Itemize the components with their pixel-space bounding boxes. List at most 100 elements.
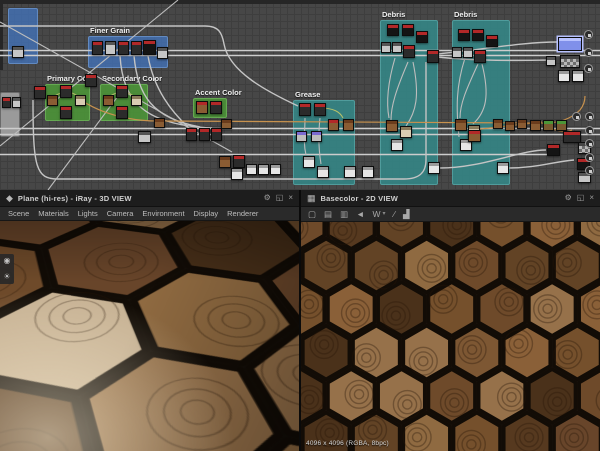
output-badge[interactable] bbox=[584, 30, 593, 39]
graph-node[interactable] bbox=[296, 131, 307, 142]
graph-node[interactable] bbox=[154, 118, 165, 128]
graph-node[interactable] bbox=[12, 97, 21, 108]
graph-node[interactable] bbox=[572, 70, 584, 82]
graph-node[interactable] bbox=[199, 128, 210, 141]
graph-node[interactable] bbox=[530, 120, 541, 131]
graph-node[interactable] bbox=[299, 103, 311, 116]
menu-materials[interactable]: Materials bbox=[38, 209, 68, 218]
graph-node[interactable] bbox=[362, 166, 374, 178]
graph-node[interactable] bbox=[314, 103, 326, 116]
node-graph-panel[interactable]: Finer Grain Primary Color Secondary Colo… bbox=[0, 0, 600, 190]
output-badge[interactable] bbox=[584, 48, 593, 57]
graph-node[interactable] bbox=[558, 37, 582, 51]
graph-node[interactable] bbox=[103, 95, 114, 106]
wrench-icon[interactable]: ⚙ bbox=[565, 194, 572, 202]
graph-node[interactable] bbox=[428, 162, 440, 174]
graph-node[interactable] bbox=[517, 119, 527, 129]
graph-node[interactable] bbox=[186, 128, 197, 141]
graph-node[interactable] bbox=[458, 29, 470, 41]
new-document-icon[interactable]: ▢ bbox=[308, 210, 316, 219]
graph-node[interactable] bbox=[157, 47, 168, 59]
graph-node[interactable] bbox=[497, 162, 509, 174]
float-window-icon[interactable]: ◱ bbox=[276, 194, 284, 202]
graph-node[interactable] bbox=[231, 168, 243, 180]
graph-node[interactable] bbox=[472, 29, 484, 41]
graph-node[interactable] bbox=[546, 56, 556, 66]
menu-display[interactable]: Display bbox=[194, 209, 219, 218]
graph-node[interactable] bbox=[427, 50, 439, 63]
render-canvas-2d[interactable]: 4096 x 4096 (RGBA, 8bpc) bbox=[301, 222, 600, 451]
close-icon[interactable]: × bbox=[288, 194, 293, 202]
graph-node[interactable] bbox=[92, 41, 103, 55]
graph-node[interactable] bbox=[400, 126, 412, 138]
float-window-icon[interactable]: ◱ bbox=[577, 194, 585, 202]
slash-icon[interactable]: ∕ bbox=[394, 210, 395, 219]
graph-node[interactable] bbox=[116, 106, 128, 119]
graph-node[interactable] bbox=[131, 95, 142, 106]
graph-node[interactable] bbox=[34, 86, 46, 99]
graph-node[interactable] bbox=[211, 128, 222, 141]
graph-node[interactable] bbox=[2, 97, 11, 108]
graph-node[interactable] bbox=[131, 41, 142, 55]
graph-node[interactable] bbox=[505, 121, 515, 131]
graph-node[interactable] bbox=[138, 131, 151, 143]
graph-node[interactable] bbox=[455, 119, 467, 131]
wrench-icon[interactable]: ⚙ bbox=[264, 194, 271, 202]
save-icon[interactable]: ▤ bbox=[324, 210, 332, 219]
output-badge[interactable] bbox=[585, 112, 594, 121]
light-icon[interactable]: ☀ bbox=[3, 273, 10, 281]
back-icon[interactable]: ◄ bbox=[356, 210, 364, 219]
menu-camera[interactable]: Camera bbox=[107, 209, 134, 218]
render-canvas-3d[interactable]: ◉ ☀ bbox=[0, 221, 299, 451]
output-badge[interactable] bbox=[585, 139, 594, 148]
histogram-icon[interactable]: ▟ bbox=[403, 210, 410, 219]
graph-node[interactable] bbox=[143, 40, 156, 55]
graph-node[interactable] bbox=[381, 42, 391, 53]
graph-node[interactable] bbox=[392, 42, 402, 53]
graph-node[interactable] bbox=[60, 85, 72, 98]
graph-node[interactable] bbox=[343, 119, 354, 131]
graph-node[interactable] bbox=[474, 50, 486, 63]
graph-node[interactable] bbox=[344, 166, 356, 178]
output-badge[interactable] bbox=[585, 166, 594, 175]
camera-icon[interactable]: ◉ bbox=[4, 257, 11, 265]
graph-node[interactable] bbox=[60, 106, 72, 119]
graph-node[interactable] bbox=[486, 35, 498, 47]
graph-node[interactable] bbox=[403, 45, 415, 58]
close-icon[interactable]: × bbox=[589, 194, 594, 202]
graph-node[interactable] bbox=[311, 131, 322, 142]
menu-scene[interactable]: Scene bbox=[8, 209, 29, 218]
output-badge[interactable] bbox=[585, 153, 594, 162]
menu-renderer[interactable]: Renderer bbox=[227, 209, 258, 218]
graph-node[interactable] bbox=[219, 156, 231, 168]
graph-node[interactable] bbox=[233, 155, 245, 168]
graph-node[interactable] bbox=[558, 70, 570, 82]
graph-node[interactable] bbox=[196, 101, 208, 114]
graph-node[interactable] bbox=[258, 164, 269, 175]
graph-node[interactable] bbox=[118, 41, 129, 55]
graph-node[interactable] bbox=[47, 95, 58, 106]
graph-node[interactable] bbox=[317, 166, 329, 178]
graph-node[interactable] bbox=[210, 101, 222, 114]
menu-environment[interactable]: Environment bbox=[142, 209, 184, 218]
viewport-2d[interactable]: ▦ Basecolor - 2D VIEW ⚙ ◱ × ▢ ▤ ▥ ◄ W ▾ … bbox=[301, 190, 600, 451]
graph-node[interactable] bbox=[391, 139, 403, 151]
graph-node[interactable] bbox=[463, 47, 473, 58]
graph-node[interactable] bbox=[556, 120, 567, 131]
graph-node[interactable] bbox=[560, 55, 580, 68]
chevron-down-icon[interactable]: ▾ bbox=[383, 211, 386, 217]
graph-node[interactable] bbox=[493, 119, 503, 129]
graph-node[interactable] bbox=[543, 120, 554, 131]
graph-node[interactable] bbox=[270, 164, 281, 175]
viewport-3d[interactable]: ◆ Plane (hi-res) - iRay - 3D VIEW ⚙ ◱ × … bbox=[0, 190, 299, 451]
graph-node[interactable] bbox=[328, 119, 339, 131]
graph-node[interactable] bbox=[547, 144, 560, 156]
graph-node[interactable] bbox=[387, 24, 399, 36]
graph-node[interactable] bbox=[452, 47, 462, 58]
output-badge[interactable] bbox=[584, 64, 593, 73]
graph-node[interactable] bbox=[303, 156, 315, 168]
channel-w-button[interactable]: W bbox=[373, 210, 381, 219]
graph-node[interactable] bbox=[386, 120, 398, 132]
graph-node[interactable] bbox=[12, 46, 24, 58]
graph-node[interactable] bbox=[402, 24, 414, 36]
